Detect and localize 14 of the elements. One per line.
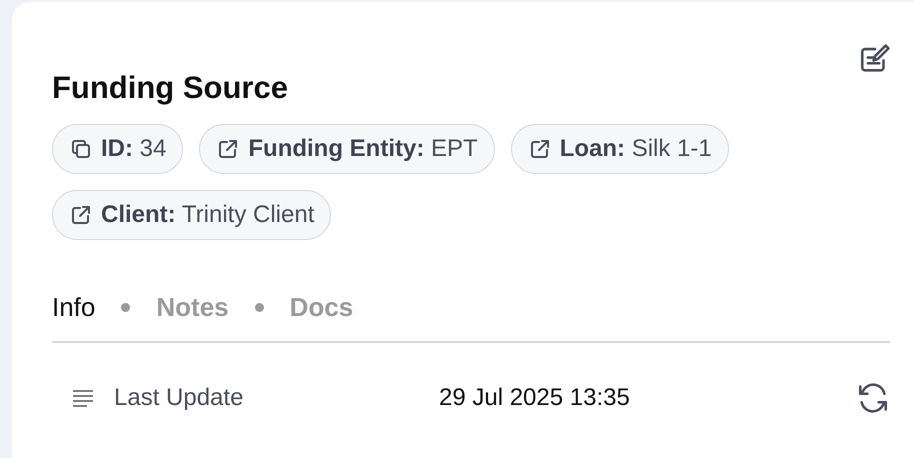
- link-chip[interactable]: Loan: Silk 1-1: [510, 124, 729, 174]
- link-chip[interactable]: Funding Entity: EPT: [199, 124, 495, 174]
- text-lines-icon: [72, 389, 94, 407]
- separator-dot: [121, 303, 130, 312]
- tab[interactable]: Info: [52, 292, 96, 323]
- id-chip[interactable]: ID: 34: [52, 124, 184, 174]
- panel-title: Funding Source: [52, 70, 289, 106]
- separator-dot: [254, 303, 264, 312]
- field-value: 29 Jul 2025 13:35: [439, 384, 631, 412]
- external-link-icon: [69, 203, 93, 227]
- refresh-icon[interactable]: [856, 381, 890, 415]
- copy-icon: [69, 137, 93, 161]
- field-label: Last Update: [114, 384, 244, 412]
- link-chip[interactable]: Client: Trinity Client: [52, 190, 332, 240]
